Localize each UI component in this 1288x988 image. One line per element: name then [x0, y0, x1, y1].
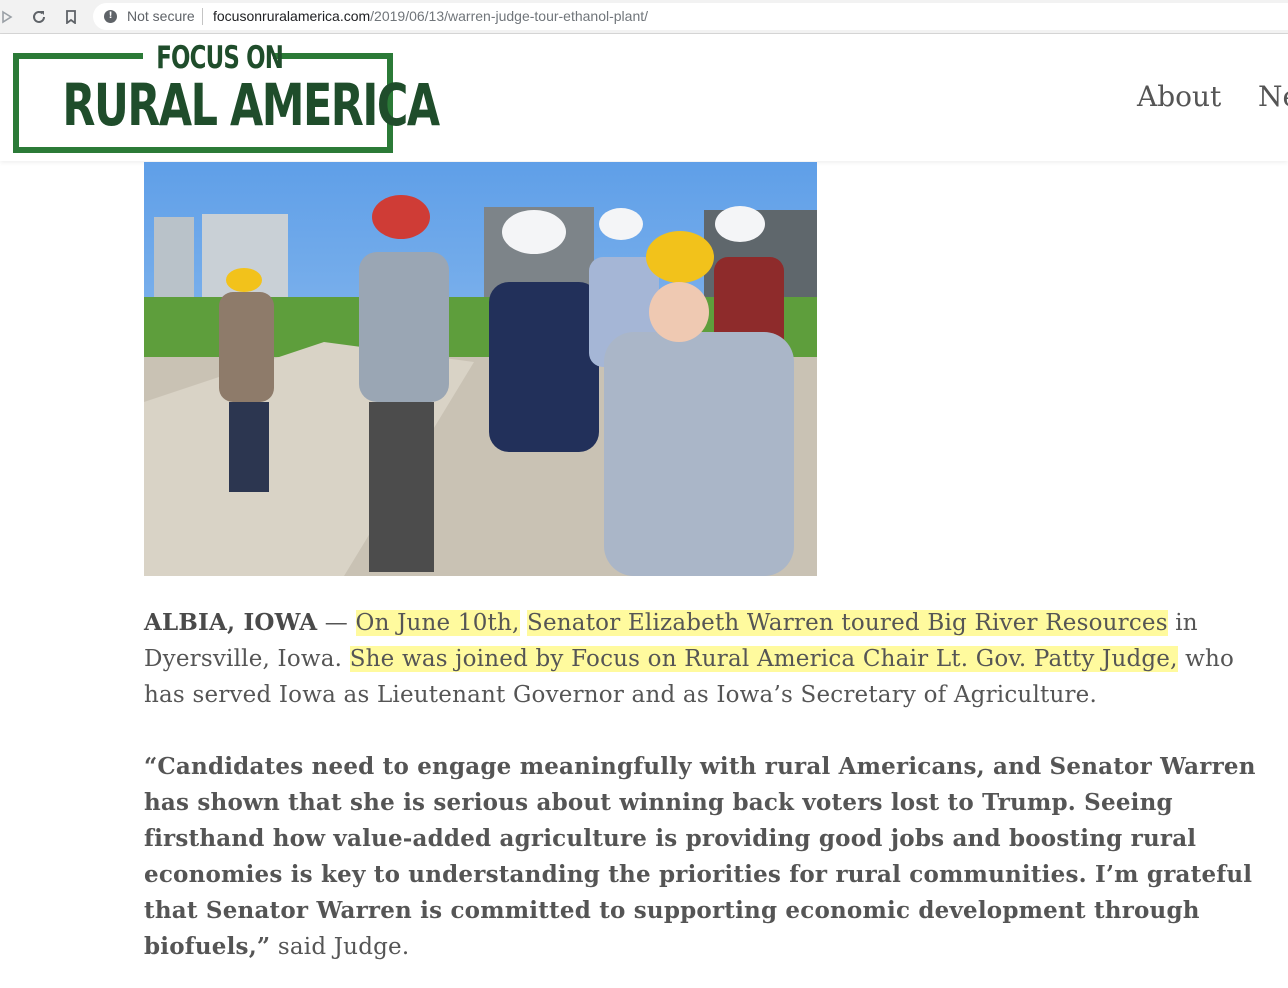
info-icon[interactable]: !: [104, 10, 117, 23]
highlight-tour: Senator Elizabeth Warren toured Big Rive…: [527, 610, 1168, 636]
bookmark-icon[interactable]: [60, 6, 82, 28]
quote-attribution: said Judge.: [270, 934, 410, 960]
divider: [202, 8, 203, 25]
highlight-joined: She was joined by Focus on Rural America…: [349, 646, 1178, 672]
reload-icon[interactable]: [28, 6, 50, 28]
logo-main-text: RURAL AMERICA: [62, 71, 440, 139]
quote-text: “Candidates need to engage meaningfully …: [144, 753, 1256, 960]
url-path: /2019/06/13/warren-judge-tour-ethanol-pl…: [370, 8, 649, 24]
dateline: ALBIA, IOWA: [144, 609, 318, 636]
forward-icon[interactable]: [0, 6, 18, 28]
url-text[interactable]: focusonruralamerica.com/2019/06/13/warre…: [213, 8, 648, 24]
nav-news[interactable]: Ne: [1258, 80, 1288, 113]
nav-about[interactable]: About: [1137, 80, 1221, 113]
article-photo: [144, 162, 817, 576]
highlight-date: On June 10th,: [355, 610, 520, 636]
quote-paragraph: “Candidates need to engage meaningfully …: [144, 749, 1274, 965]
article-body: ALBIA, IOWA — On June 10th, Senator Eliz…: [144, 605, 1274, 988]
dateline-dash: —: [317, 610, 356, 636]
browser-toolbar: ! Not secure focusonruralamerica.com/201…: [0, 0, 1288, 34]
site-header: FOCUS ON RURAL AMERICA About Ne: [0, 34, 1288, 161]
site-logo[interactable]: FOCUS ON RURAL AMERICA: [13, 40, 440, 153]
security-label: Not secure: [127, 8, 195, 24]
lead-paragraph: ALBIA, IOWA — On June 10th, Senator Eliz…: [144, 605, 1274, 713]
address-bar[interactable]: ! Not secure focusonruralamerica.com/201…: [93, 3, 1288, 30]
url-host: focusonruralamerica.com: [213, 8, 371, 24]
